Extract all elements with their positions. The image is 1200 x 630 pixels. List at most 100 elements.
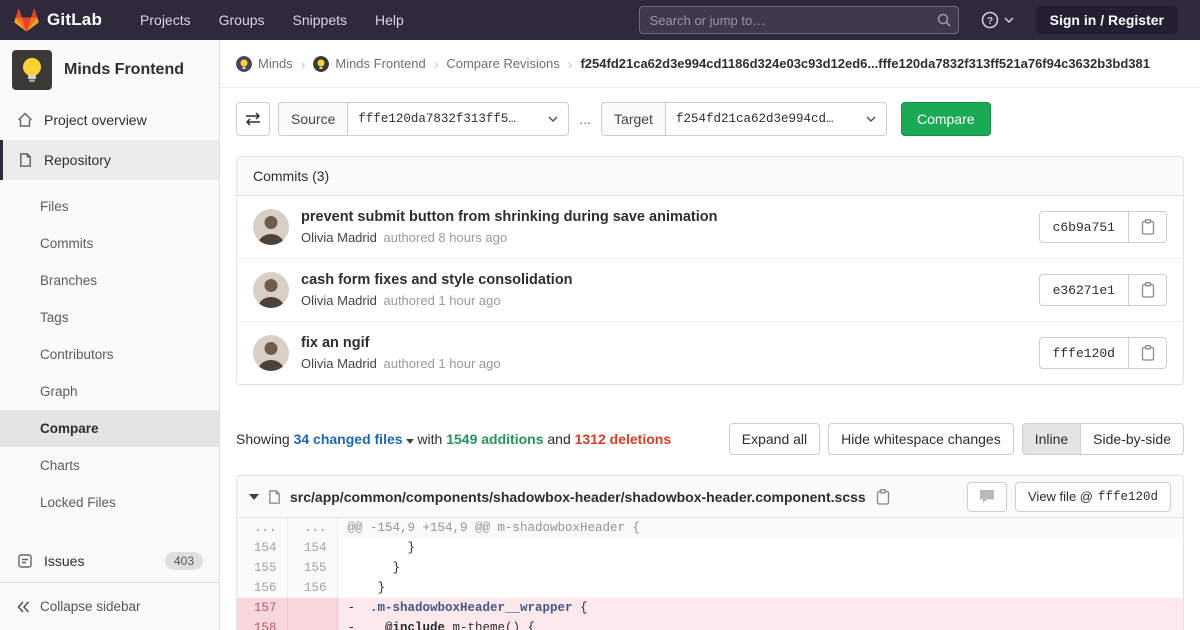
nav-snippets[interactable]: Snippets xyxy=(293,12,347,28)
commit-meta: Olivia Madrid authored 1 hour ago xyxy=(301,356,1039,371)
commit-author-avatar[interactable] xyxy=(253,335,289,371)
breadcrumb-group[interactable]: Minds xyxy=(236,56,293,72)
person-icon xyxy=(253,272,289,308)
sidebar-item-locked-files[interactable]: Locked Files xyxy=(0,484,219,521)
nav-help[interactable]: Help xyxy=(375,12,404,28)
commit-sha-group: fffe120d xyxy=(1039,337,1167,369)
commit-author-link[interactable]: Olivia Madrid xyxy=(301,356,377,371)
double-chevron-left-icon xyxy=(16,600,30,614)
code-line: } xyxy=(337,558,1183,578)
old-line-number[interactable]: 157 xyxy=(237,598,287,618)
sidebar-item-project-overview[interactable]: Project overview xyxy=(0,100,219,140)
source-ref-dropdown[interactable]: fffe120da7832f313ff5… xyxy=(347,102,569,136)
copy-sha-button[interactable] xyxy=(1129,337,1167,369)
sidebar-item-repository[interactable]: Repository xyxy=(0,140,219,180)
source-label: Source xyxy=(278,102,347,136)
gitlab-logo[interactable]: GitLab xyxy=(14,8,102,32)
issues-icon xyxy=(16,553,34,569)
inline-view-button[interactable]: Inline xyxy=(1022,423,1081,455)
project-header: Minds Frontend xyxy=(0,40,219,100)
diff-file-path: src/app/common/components/shadowbox-head… xyxy=(290,489,866,505)
commit-title-link[interactable]: fix an ngif xyxy=(301,335,1039,351)
side-by-side-view-button[interactable]: Side-by-side xyxy=(1081,423,1184,455)
commit-sha-link[interactable]: c6b9a751 xyxy=(1039,211,1129,243)
fold-caret-icon[interactable] xyxy=(249,494,259,500)
additions-count: 1549 additions xyxy=(446,431,543,447)
commit-title-link[interactable]: cash form fixes and style consolidation xyxy=(301,272,1039,288)
commit-row: fix an ngif Olivia Madrid authored 1 hou… xyxy=(237,321,1183,384)
old-line-number[interactable]: 155 xyxy=(237,558,287,578)
commits-panel: Commits (3) prevent submit button from s… xyxy=(236,156,1184,385)
deletions-count: 1312 deletions xyxy=(575,431,672,447)
sidebar-item-label: Issues xyxy=(44,553,84,569)
collapse-sidebar-button[interactable]: Collapse sidebar xyxy=(0,582,219,630)
nav-groups[interactable]: Groups xyxy=(219,12,265,28)
new-line-number[interactable]: 154 xyxy=(287,538,337,558)
sidebar-item-branches[interactable]: Branches xyxy=(0,262,219,299)
sidebar-item-commits[interactable]: Commits xyxy=(0,225,219,262)
lightbulb-icon xyxy=(12,50,52,90)
target-ref-dropdown[interactable]: f254fd21ca62d3e994cd… xyxy=(665,102,887,136)
sidebar-item-files[interactable]: Files xyxy=(0,188,219,225)
changed-files-dropdown[interactable]: 34 changed files xyxy=(294,431,414,447)
clipboard-icon xyxy=(1141,282,1155,298)
diff-file-panel: src/app/common/components/shadowbox-head… xyxy=(236,475,1184,630)
caret-down-icon xyxy=(406,439,414,444)
sidebar-item-issues[interactable]: Issues 403 xyxy=(0,541,219,581)
new-line-number[interactable]: 156 xyxy=(287,578,337,598)
sidebar-item-contributors[interactable]: Contributors xyxy=(0,336,219,373)
diff-view-toggle: Inline Side-by-side xyxy=(1022,423,1184,455)
hide-whitespace-button[interactable]: Hide whitespace changes xyxy=(828,423,1014,455)
old-line-number[interactable]: 156 xyxy=(237,578,287,598)
source-ref-value: fffe120da7832f313ff5… xyxy=(358,112,516,126)
diff-hunk-row: ... ... @@ -154,9 +154,9 @@ m-shadowboxH… xyxy=(237,518,1183,538)
sidebar-item-graph[interactable]: Graph xyxy=(0,373,219,410)
code-line: } xyxy=(337,538,1183,558)
commit-time: authored 1 hour ago xyxy=(383,293,500,308)
search-icon[interactable] xyxy=(937,13,951,27)
project-sidebar: Minds Frontend Project overview Reposito… xyxy=(0,40,220,630)
nav-projects[interactable]: Projects xyxy=(140,12,191,28)
commit-author-link[interactable]: Olivia Madrid xyxy=(301,293,377,308)
sidebar-item-charts[interactable]: Charts xyxy=(0,447,219,484)
new-line-number xyxy=(287,598,337,618)
expand-all-button[interactable]: Expand all xyxy=(729,423,820,455)
diff-deleted-row: 158 - @include m-theme() { xyxy=(237,618,1183,630)
help-menu[interactable]: ? xyxy=(981,11,1014,29)
copy-path-button[interactable] xyxy=(874,489,892,505)
old-line-number[interactable]: 158 xyxy=(237,618,287,630)
view-file-button[interactable]: View file @ fffe120d xyxy=(1015,482,1171,512)
project-mini-avatar xyxy=(313,56,329,72)
diff-context-row: 154 154 } xyxy=(237,538,1183,558)
commit-sha-link[interactable]: fffe120d xyxy=(1039,337,1129,369)
breadcrumb-project[interactable]: Minds Frontend xyxy=(313,56,425,72)
search-box xyxy=(639,6,959,34)
toggle-comments-button[interactable] xyxy=(967,482,1007,512)
commit-title-link[interactable]: prevent submit button from shrinking dur… xyxy=(301,209,1039,225)
sign-in-button[interactable]: Sign in / Register xyxy=(1036,6,1178,34)
breadcrumb-separator: › xyxy=(434,56,439,72)
repository-subnav: Files Commits Branches Tags Contributors… xyxy=(0,180,219,531)
commit-author-avatar[interactable] xyxy=(253,209,289,245)
breadcrumb-separator: › xyxy=(301,56,306,72)
clipboard-icon xyxy=(1141,219,1155,235)
swap-revisions-button[interactable] xyxy=(236,102,270,136)
copy-sha-button[interactable] xyxy=(1129,211,1167,243)
sidebar-item-compare[interactable]: Compare xyxy=(0,410,219,447)
copy-sha-button[interactable] xyxy=(1129,274,1167,306)
search-input[interactable] xyxy=(639,6,959,34)
old-line-number[interactable]: 154 xyxy=(237,538,287,558)
sidebar-item-label: Repository xyxy=(44,152,111,168)
breadcrumb-compare-revisions[interactable]: Compare Revisions xyxy=(446,56,559,71)
compare-button[interactable]: Compare xyxy=(901,102,991,136)
project-avatar[interactable] xyxy=(12,50,52,90)
person-icon xyxy=(253,209,289,245)
commit-sha-link[interactable]: e36271e1 xyxy=(1039,274,1129,306)
commit-sha-group: c6b9a751 xyxy=(1039,211,1167,243)
commit-author-avatar[interactable] xyxy=(253,272,289,308)
new-line-number[interactable]: 155 xyxy=(287,558,337,578)
sidebar-item-tags[interactable]: Tags xyxy=(0,299,219,336)
commit-author-link[interactable]: Olivia Madrid xyxy=(301,230,377,245)
person-icon xyxy=(253,335,289,371)
target-ref-value: f254fd21ca62d3e994cd… xyxy=(676,112,834,126)
